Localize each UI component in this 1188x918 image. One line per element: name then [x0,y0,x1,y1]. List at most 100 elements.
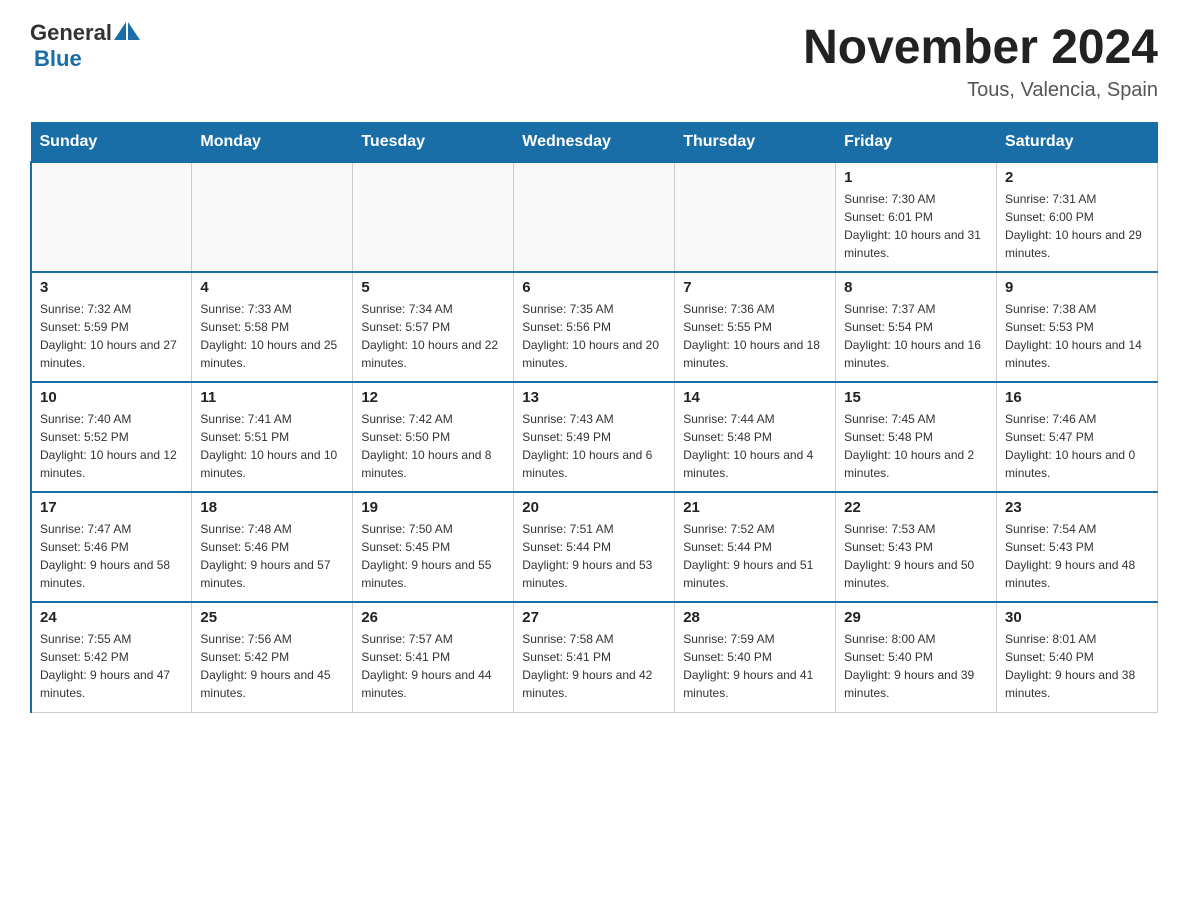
day-info: Sunrise: 8:00 AMSunset: 5:40 PMDaylight:… [844,630,988,702]
logo-text-blue: Blue [34,46,82,72]
day-number: 3 [40,279,183,296]
day-cell [675,162,836,272]
day-cell: 22 Sunrise: 7:53 AMSunset: 5:43 PMDayligh… [836,492,997,602]
day-number: 6 [522,279,666,296]
week-row-4: 17 Sunrise: 7:47 AMSunset: 5:46 PMDayligh… [31,492,1158,602]
day-cell: 25 Sunrise: 7:56 AMSunset: 5:42 PMDayligh… [192,602,353,712]
day-info: Sunrise: 7:47 AMSunset: 5:46 PMDaylight:… [40,520,183,592]
day-cell: 27 Sunrise: 7:58 AMSunset: 5:41 PMDayligh… [514,602,675,712]
day-info: Sunrise: 7:58 AMSunset: 5:41 PMDaylight:… [522,630,666,702]
calendar: SundayMondayTuesdayWednesdayThursdayFrid… [30,122,1158,713]
day-number: 24 [40,609,183,626]
day-cell: 14Sunrise: 7:44 AMSunset: 5:48 PMDayligh… [675,382,836,492]
header-tuesday: Tuesday [353,123,514,163]
day-info: Sunrise: 7:30 AMSunset: 6:01 PMDaylight:… [844,190,988,262]
day-info: Sunrise: 7:54 AMSunset: 5:43 PMDaylight:… [1005,520,1149,592]
day-number: 9 [1005,279,1149,296]
day-cell: 9Sunrise: 7:38 AMSunset: 5:53 PMDaylight… [997,272,1158,382]
week-row-1: 1Sunrise: 7:30 AMSunset: 6:01 PMDaylight… [31,162,1158,272]
day-number: 22 [844,499,988,516]
calendar-header: SundayMondayTuesdayWednesdayThursdayFrid… [31,123,1158,163]
header-row: SundayMondayTuesdayWednesdayThursdayFrid… [31,123,1158,163]
day-number: 11 [200,389,344,406]
day-info: Sunrise: 7:35 AMSunset: 5:56 PMDaylight:… [522,300,666,372]
day-number: 30 [1005,609,1149,626]
day-cell: 15 Sunrise: 7:45 AMSunset: 5:48 PMDayligh… [836,382,997,492]
day-cell: 10 Sunrise: 7:40 AMSunset: 5:52 PMDayligh… [31,382,192,492]
day-number: 17 [40,499,183,516]
page-header: General Blue November 2024 Tous, Valenci… [30,20,1158,102]
day-info: Sunrise: 7:56 AMSunset: 5:42 PMDaylight:… [200,630,344,702]
day-info: Sunrise: 7:40 AMSunset: 5:52 PMDaylight:… [40,410,183,482]
day-number: 25 [200,609,344,626]
day-info: Sunrise: 7:33 AMSunset: 5:58 PMDaylight:… [200,300,344,372]
day-info: Sunrise: 7:51 AMSunset: 5:44 PMDaylight:… [522,520,666,592]
day-number: 15 [844,389,988,406]
day-info: Sunrise: 7:59 AMSunset: 5:40 PMDaylight:… [683,630,827,702]
day-cell: 13 Sunrise: 7:43 AMSunset: 5:49 PMDayligh… [514,382,675,492]
day-info: Sunrise: 7:31 AMSunset: 6:00 PMDaylight:… [1005,190,1149,262]
day-info: Sunrise: 7:45 AMSunset: 5:48 PMDaylight:… [844,410,988,482]
day-cell: 6 Sunrise: 7:35 AMSunset: 5:56 PMDaylight… [514,272,675,382]
day-cell: 28 Sunrise: 7:59 AMSunset: 5:40 PMDayligh… [675,602,836,712]
header-thursday: Thursday [675,123,836,163]
day-info: Sunrise: 7:46 AMSunset: 5:47 PMDaylight:… [1005,410,1149,482]
day-info: Sunrise: 7:32 AMSunset: 5:59 PMDaylight:… [40,300,183,372]
day-info: Sunrise: 8:01 AMSunset: 5:40 PMDaylight:… [1005,630,1149,702]
day-cell [192,162,353,272]
day-cell: 18 Sunrise: 7:48 AMSunset: 5:46 PMDayligh… [192,492,353,602]
calendar-body: 1Sunrise: 7:30 AMSunset: 6:01 PMDaylight… [31,162,1158,712]
day-info: Sunrise: 7:43 AMSunset: 5:49 PMDaylight:… [522,410,666,482]
location: Tous, Valencia, Spain [803,79,1158,102]
day-info: Sunrise: 7:53 AMSunset: 5:43 PMDaylight:… [844,520,988,592]
day-info: Sunrise: 7:57 AMSunset: 5:41 PMDaylight:… [361,630,505,702]
day-number: 10 [40,389,183,406]
day-number: 26 [361,609,505,626]
day-info: Sunrise: 7:48 AMSunset: 5:46 PMDaylight:… [200,520,344,592]
day-info: Sunrise: 7:55 AMSunset: 5:42 PMDaylight:… [40,630,183,702]
day-number: 16 [1005,389,1149,406]
header-monday: Monday [192,123,353,163]
day-number: 20 [522,499,666,516]
day-number: 18 [200,499,344,516]
day-cell: 2 Sunrise: 7:31 AMSunset: 6:00 PMDaylight… [997,162,1158,272]
logo: General Blue [30,20,140,72]
week-row-2: 3 Sunrise: 7:32 AMSunset: 5:59 PMDaylight… [31,272,1158,382]
day-number: 4 [200,279,344,296]
day-cell: 5Sunrise: 7:34 AMSunset: 5:57 PMDaylight… [353,272,514,382]
day-cell: 23Sunrise: 7:54 AMSunset: 5:43 PMDayligh… [997,492,1158,602]
day-number: 13 [522,389,666,406]
day-cell: 8Sunrise: 7:37 AMSunset: 5:54 PMDaylight… [836,272,997,382]
day-cell: 24 Sunrise: 7:55 AMSunset: 5:42 PMDayligh… [31,602,192,712]
day-info: Sunrise: 7:42 AMSunset: 5:50 PMDaylight:… [361,410,505,482]
day-cell: 29Sunrise: 8:00 AMSunset: 5:40 PMDayligh… [836,602,997,712]
day-cell [353,162,514,272]
header-sunday: Sunday [31,123,192,163]
title-section: November 2024 Tous, Valencia, Spain [803,20,1158,102]
logo-text-general: General [30,20,112,46]
day-cell: 17 Sunrise: 7:47 AMSunset: 5:46 PMDayligh… [31,492,192,602]
day-cell: 16 Sunrise: 7:46 AMSunset: 5:47 PMDayligh… [997,382,1158,492]
day-number: 27 [522,609,666,626]
day-cell: 11 Sunrise: 7:41 AMSunset: 5:51 PMDayligh… [192,382,353,492]
day-cell: 1Sunrise: 7:30 AMSunset: 6:01 PMDaylight… [836,162,997,272]
day-info: Sunrise: 7:50 AMSunset: 5:45 PMDaylight:… [361,520,505,592]
day-cell [31,162,192,272]
day-cell: 20 Sunrise: 7:51 AMSunset: 5:44 PMDayligh… [514,492,675,602]
week-row-3: 10 Sunrise: 7:40 AMSunset: 5:52 PMDayligh… [31,382,1158,492]
day-number: 14 [683,389,827,406]
header-friday: Friday [836,123,997,163]
day-cell: 26 Sunrise: 7:57 AMSunset: 5:41 PMDayligh… [353,602,514,712]
day-cell: 21Sunrise: 7:52 AMSunset: 5:44 PMDayligh… [675,492,836,602]
day-info: Sunrise: 7:36 AMSunset: 5:55 PMDaylight:… [683,300,827,372]
day-number: 28 [683,609,827,626]
day-info: Sunrise: 7:52 AMSunset: 5:44 PMDaylight:… [683,520,827,592]
day-cell: 19Sunrise: 7:50 AMSunset: 5:45 PMDayligh… [353,492,514,602]
day-cell: 3 Sunrise: 7:32 AMSunset: 5:59 PMDaylight… [31,272,192,382]
day-cell: 7Sunrise: 7:36 AMSunset: 5:55 PMDaylight… [675,272,836,382]
header-saturday: Saturday [997,123,1158,163]
day-number: 8 [844,279,988,296]
week-row-5: 24 Sunrise: 7:55 AMSunset: 5:42 PMDayligh… [31,602,1158,712]
day-number: 2 [1005,169,1149,186]
day-info: Sunrise: 7:41 AMSunset: 5:51 PMDaylight:… [200,410,344,482]
